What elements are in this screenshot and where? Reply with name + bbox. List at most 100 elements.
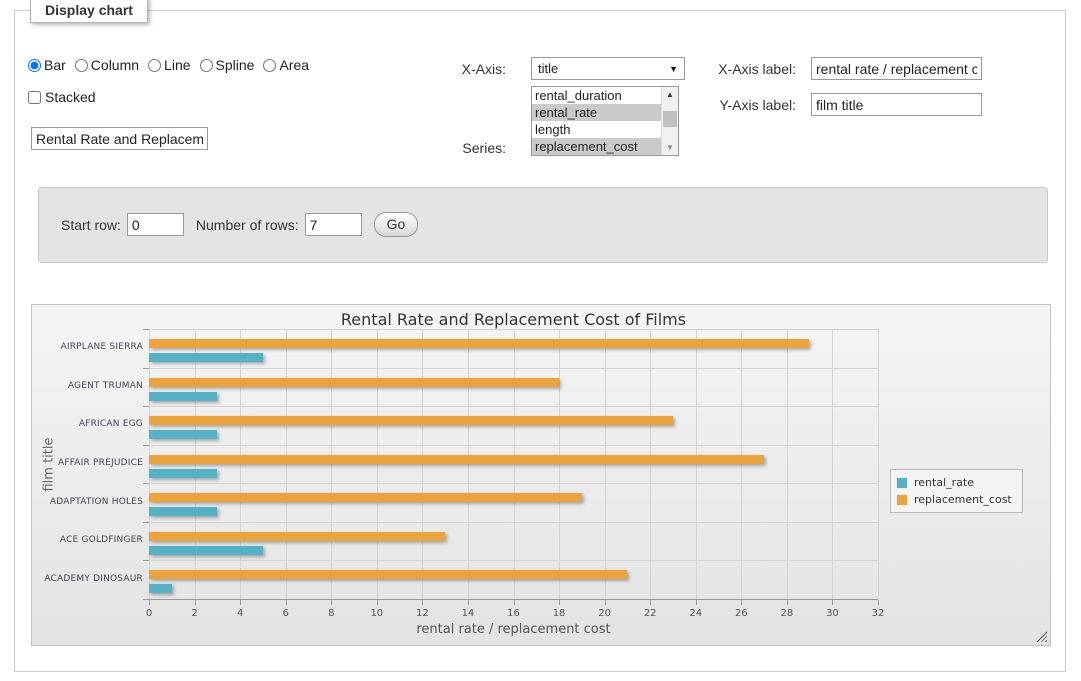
- stacked-checkbox-label[interactable]: Stacked: [28, 89, 96, 105]
- num-rows-label: Number of rows:: [196, 217, 299, 233]
- chart-type-option-area[interactable]: Area: [263, 57, 309, 73]
- series-options: rental_durationrental_ratelengthreplacem…: [532, 87, 661, 155]
- scrollbar-track[interactable]: [662, 102, 678, 140]
- y-axis-tick: [143, 329, 149, 330]
- legend-label: rental_rate: [914, 476, 974, 489]
- bar-replacement_cost[interactable]: [149, 532, 445, 541]
- grid-line-vertical: [331, 329, 332, 599]
- grid-line-horizontal: [149, 445, 878, 446]
- x-axis-tick: [331, 600, 332, 605]
- bar-rental_rate[interactable]: [149, 353, 263, 362]
- legend-swatch: [896, 477, 908, 489]
- grid-line-vertical: [240, 329, 241, 599]
- x-axis-tick: [605, 600, 606, 605]
- y-axis-label-input[interactable]: [811, 93, 982, 116]
- grid-line-vertical: [878, 329, 879, 599]
- chart-type-radio-area[interactable]: [263, 59, 276, 72]
- series-option-length[interactable]: length: [532, 121, 661, 138]
- grid-line-vertical: [787, 329, 788, 599]
- grid-line-horizontal: [149, 406, 878, 407]
- chart-x-axis-title: rental rate / replacement cost: [149, 622, 878, 637]
- y-axis-label-field-label: Y-Axis label:: [681, 97, 796, 113]
- x-axis-label-field-label: X-Axis label:: [681, 61, 796, 77]
- legend-item-rental_rate[interactable]: rental_rate: [896, 474, 1012, 491]
- chart-type-radio-line[interactable]: [148, 59, 161, 72]
- x-tick-label: 14: [462, 608, 475, 619]
- bar-rental_rate[interactable]: [149, 430, 217, 439]
- grid-line-horizontal: [149, 368, 878, 369]
- y-axis-tick: [143, 406, 149, 407]
- chart-type-option-column[interactable]: Column: [75, 57, 139, 73]
- bar-rental_rate[interactable]: [149, 469, 217, 478]
- x-tick-label: 4: [237, 608, 243, 619]
- series-listbox[interactable]: rental_durationrental_ratelengthreplacem…: [531, 86, 679, 156]
- x-tick-label: 2: [191, 608, 197, 619]
- bar-rental_rate[interactable]: [149, 584, 172, 593]
- bar-replacement_cost[interactable]: [149, 378, 559, 387]
- stacked-checkbox[interactable]: [28, 91, 41, 104]
- chevron-down-icon: ▼: [669, 64, 678, 74]
- chart-legend: rental_rate replacement_cost: [890, 469, 1023, 513]
- bar-replacement_cost[interactable]: [149, 455, 764, 464]
- chart-type-radio-column[interactable]: [75, 59, 88, 72]
- chart-title-input[interactable]: [31, 127, 208, 150]
- num-rows-input[interactable]: [305, 213, 362, 236]
- chart-type-option-bar[interactable]: Bar: [28, 57, 66, 73]
- x-axis-tick: [149, 600, 150, 605]
- x-axis-tick: [286, 600, 287, 605]
- series-option-rental_rate[interactable]: rental_rate: [532, 104, 661, 121]
- x-tick-label: 16: [507, 608, 520, 619]
- scroll-down-icon[interactable]: ▼: [662, 140, 678, 155]
- x-axis-tick: [377, 600, 378, 605]
- bar-replacement_cost[interactable]: [149, 416, 673, 425]
- x-axis-tick: [240, 600, 241, 605]
- x-tick-label: 12: [416, 608, 429, 619]
- bar-replacement_cost[interactable]: [149, 339, 809, 348]
- x-tick-label: 0: [146, 608, 152, 619]
- x-axis-tick: [468, 600, 469, 605]
- chart-type-option-line[interactable]: Line: [148, 57, 190, 73]
- x-tick-label: 24: [689, 608, 702, 619]
- x-axis-tick: [832, 600, 833, 605]
- chart-type-radio-label: Spline: [216, 57, 255, 73]
- x-axis-select[interactable]: title ▼: [531, 57, 685, 80]
- x-axis-tick: [696, 600, 697, 605]
- x-axis-tick: [422, 600, 423, 605]
- x-axis-tick: [650, 600, 651, 605]
- bar-rental_rate[interactable]: [149, 392, 217, 401]
- grid-line-vertical: [468, 329, 469, 599]
- bar-replacement_cost[interactable]: [149, 570, 627, 579]
- grid-line-vertical: [286, 329, 287, 599]
- series-option-replacement_cost[interactable]: replacement_cost: [532, 138, 661, 155]
- series-scrollbar[interactable]: ▲ ▼: [661, 87, 678, 155]
- chart-type-radio-bar[interactable]: [28, 59, 41, 72]
- x-tick-label: 18: [553, 608, 566, 619]
- series-option-rental_duration[interactable]: rental_duration: [532, 87, 661, 104]
- bar-rental_rate[interactable]: [149, 507, 217, 516]
- x-tick-label: 28: [781, 608, 794, 619]
- resize-handle-icon[interactable]: [1036, 631, 1047, 642]
- chart-type-option-spline[interactable]: Spline: [200, 57, 255, 73]
- bar-replacement_cost[interactable]: [149, 493, 582, 502]
- x-axis-select-label: X-Axis:: [395, 61, 506, 77]
- scroll-up-icon[interactable]: ▲: [662, 87, 678, 102]
- chart-type-radio-spline[interactable]: [200, 59, 213, 72]
- grid-line-horizontal: [149, 483, 878, 484]
- chart-type-radio-label: Column: [91, 57, 139, 73]
- category-label: AGENT TRUMAN: [32, 381, 143, 391]
- y-axis-tick: [143, 483, 149, 484]
- legend-label: replacement_cost: [914, 493, 1012, 506]
- x-axis-tick: [878, 600, 879, 605]
- bar-rental_rate[interactable]: [149, 546, 263, 555]
- grid-line-vertical: [559, 329, 560, 599]
- start-row-input[interactable]: [127, 213, 184, 236]
- go-button[interactable]: Go: [374, 212, 419, 237]
- x-tick-label: 6: [283, 608, 289, 619]
- row-range-controls: Start row: Number of rows: Go: [61, 212, 418, 237]
- legend-item-replacement_cost[interactable]: replacement_cost: [896, 491, 1012, 508]
- grid-line-horizontal: [149, 329, 878, 330]
- scrollbar-thumb[interactable]: [663, 111, 677, 127]
- grid-line-vertical: [696, 329, 697, 599]
- x-axis-label-input[interactable]: [811, 57, 982, 80]
- x-tick-label: 22: [644, 608, 657, 619]
